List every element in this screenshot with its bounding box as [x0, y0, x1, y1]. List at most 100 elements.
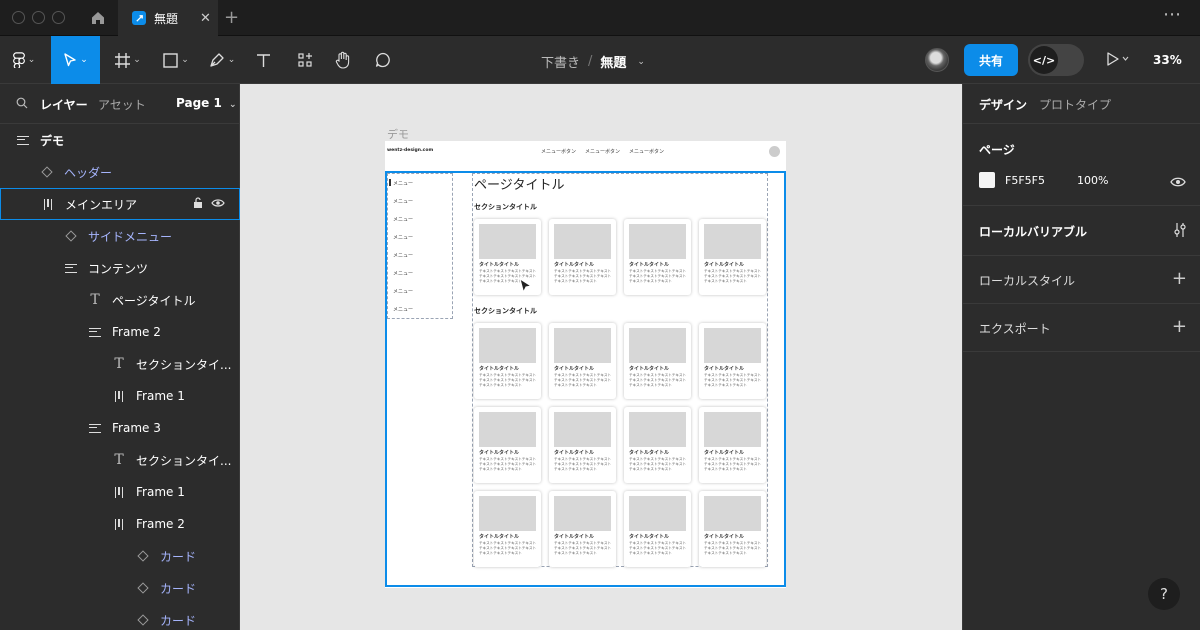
page-color-opacity[interactable]: 100%	[1077, 174, 1108, 187]
new-tab-icon[interactable]: +	[224, 7, 239, 28]
hand-tool-button[interactable]	[328, 36, 358, 84]
card-title: タイトルタイトル	[479, 450, 520, 456]
local-styles-label[interactable]: ローカルスタイル	[979, 272, 1075, 289]
maximize-window-icon[interactable]	[52, 11, 65, 24]
tab-prototype[interactable]: プロトタイプ	[1039, 96, 1111, 113]
chevron-down-icon[interactable]: ⌄	[637, 57, 645, 67]
content[interactable]: ページタイトル セクションタイトル セクションタイトル タイトルタイトル テキストテキ…	[472, 173, 768, 567]
card[interactable]: タイトルタイトル テキストテキストテキストテキストテキストテキストテキストテキスト…	[624, 219, 691, 295]
autolayout-vertical-icon	[16, 135, 30, 145]
layer-row[interactable]: カード	[0, 540, 240, 572]
toolbar: ⌄ ⌄ ⌄ ⌄ ⌄ 下書き / 無題 ⌄	[0, 36, 1200, 84]
layer-row[interactable]: デモ	[0, 124, 240, 156]
pen-tool-button[interactable]: ⌄	[202, 36, 242, 84]
layer-row[interactable]: サイドメニュー	[0, 220, 240, 252]
search-icon[interactable]	[16, 97, 28, 109]
card[interactable]: タイトルタイトル テキストテキストテキストテキストテキストテキストテキストテキスト…	[549, 407, 616, 483]
layer-row[interactable]: T セクションタイ...	[0, 348, 240, 380]
side-menu[interactable]: メニュー メニュー メニュー メニュー メニュー メニュー メニュー メニュー	[387, 173, 453, 319]
shape-tool-button[interactable]: ⌄	[156, 36, 196, 84]
page-color-swatch[interactable]	[979, 172, 995, 188]
move-tool-button[interactable]: ⌄	[51, 36, 100, 84]
card[interactable]: タイトルタイトル テキストテキストテキストテキストテキストテキストテキストテキスト…	[699, 491, 766, 567]
tab-design[interactable]: デザイン	[979, 96, 1027, 113]
resources-button[interactable]	[290, 36, 320, 84]
page-color-hex[interactable]: F5F5F5	[1005, 174, 1045, 187]
layer-row[interactable]: T ページタイトル	[0, 284, 240, 316]
main-area[interactable]: メニュー メニュー メニュー メニュー メニュー メニュー メニュー メニュー ページタイトル…	[385, 171, 786, 587]
tab-assets[interactable]: アセット	[98, 96, 146, 113]
layer-row[interactable]: ヘッダー	[0, 156, 240, 188]
present-play-icon[interactable]	[1106, 52, 1130, 66]
layer-row[interactable]: メインエリア	[0, 188, 240, 220]
card[interactable]: タイトルタイトル テキストテキストテキストテキストテキストテキストテキストテキスト…	[474, 323, 541, 399]
layer-row[interactable]: Frame 2	[0, 508, 240, 540]
card[interactable]: タイトルタイトル テキストテキストテキストテキストテキストテキストテキストテキスト…	[699, 219, 766, 295]
card[interactable]: タイトルタイトル テキストテキストテキストテキストテキストテキストテキストテキスト…	[699, 323, 766, 399]
card[interactable]: タイトルタイトル テキストテキストテキストテキストテキストテキストテキストテキスト…	[474, 491, 541, 567]
layer-row[interactable]: Frame 3	[0, 412, 240, 444]
layer-row[interactable]: T セクションタイ...	[0, 444, 240, 476]
canvas[interactable]: デモ wentz-design.com メニューボタン メニューボタン メニューボタ…	[240, 84, 962, 630]
layer-row[interactable]: コンテンツ	[0, 252, 240, 284]
rectangle-icon	[163, 52, 178, 68]
chevron-down-icon: ⌄	[80, 55, 88, 65]
layers-panel: レイヤー アセット Page 1 ⌄ デモヘッダー メインエリア サイドメニュー コン…	[0, 84, 240, 630]
demo-frame[interactable]: wentz-design.com メニューボタン メニューボタン メニューボタン メ…	[385, 141, 786, 588]
card[interactable]: タイトルタイトル テキストテキストテキストテキストテキストテキストテキストテキスト…	[624, 491, 691, 567]
card[interactable]: タイトルタイトル テキストテキストテキストテキストテキストテキストテキストテキスト…	[549, 219, 616, 295]
properties-tabs: デザイン プロトタイプ	[963, 84, 1200, 124]
chevron-down-icon: ⌄	[229, 100, 237, 110]
layer-row[interactable]: カード	[0, 572, 240, 604]
card-image-placeholder	[479, 328, 536, 363]
side-menu-item: メニュー	[393, 235, 414, 241]
autolayout-horizontal-icon	[112, 518, 126, 530]
minimize-window-icon[interactable]	[32, 11, 45, 24]
card[interactable]: タイトルタイトル テキストテキストテキストテキストテキストテキストテキストテキスト…	[624, 407, 691, 483]
more-icon[interactable]: ⋯	[1163, 4, 1182, 25]
close-window-icon[interactable]	[12, 11, 25, 24]
card-title: タイトルタイトル	[554, 366, 595, 372]
dev-mode-toggle[interactable]: </>	[1028, 44, 1084, 76]
home-icon[interactable]	[90, 10, 106, 26]
frame-hash-icon	[115, 52, 131, 68]
add-style-plus-icon[interactable]: +	[1172, 268, 1187, 289]
frame-tool-button[interactable]: ⌄	[108, 36, 148, 84]
layer-label: デモ	[40, 133, 65, 148]
unlock-icon[interactable]	[193, 197, 203, 209]
layer-row[interactable]: Frame 1	[0, 476, 240, 508]
page-selector[interactable]: Page 1 ⌄	[176, 96, 237, 110]
page-section-title: ページ	[979, 143, 1015, 157]
card[interactable]: タイトルタイトル テキストテキストテキストテキストテキストテキストテキストテキスト…	[699, 407, 766, 483]
card[interactable]: タイトルタイトル テキストテキストテキストテキストテキストテキストテキストテキスト…	[474, 407, 541, 483]
page-title: ページタイトル	[474, 178, 565, 193]
layer-row[interactable]: Frame 1	[0, 380, 240, 412]
layer-row[interactable]: Frame 2	[0, 316, 240, 348]
layer-row[interactable]: カード	[0, 604, 240, 630]
user-avatar[interactable]	[925, 48, 949, 72]
zoom-level[interactable]: 33%	[1153, 53, 1182, 67]
text-tool-button[interactable]	[248, 36, 278, 84]
eye-icon[interactable]	[211, 198, 225, 208]
tab-close-icon[interactable]: ✕	[200, 11, 211, 26]
site-header[interactable]: wentz-design.com メニューボタン メニューボタン メニューボタン	[385, 141, 786, 169]
help-button[interactable]: ?	[1148, 578, 1180, 610]
text-layer-icon: T	[114, 356, 124, 372]
eye-icon[interactable]	[1170, 176, 1186, 188]
comment-tool-button[interactable]	[368, 36, 398, 84]
main-menu-button[interactable]: ⌄	[0, 36, 48, 84]
local-variables-label[interactable]: ローカルバリアブル	[979, 223, 1087, 240]
breadcrumb-drafts[interactable]: 下書き	[541, 52, 580, 71]
share-button[interactable]: 共有	[964, 44, 1018, 76]
local-variables-section: ローカルバリアブル	[963, 206, 1200, 256]
card[interactable]: タイトルタイトル テキストテキストテキストテキストテキストテキストテキストテキスト…	[624, 323, 691, 399]
card[interactable]: タイトルタイトル テキストテキストテキストテキストテキストテキストテキストテキスト…	[549, 323, 616, 399]
tab-layers[interactable]: レイヤー	[40, 96, 88, 113]
export-label[interactable]: エクスポート	[979, 320, 1051, 337]
variables-sliders-icon[interactable]	[1173, 222, 1187, 238]
frame-label[interactable]: デモ	[387, 126, 409, 142]
file-tab[interactable]: 無題 ✕	[118, 0, 218, 36]
file-name[interactable]: 無題	[600, 52, 626, 71]
card[interactable]: タイトルタイトル テキストテキストテキストテキストテキストテキストテキストテキスト…	[549, 491, 616, 567]
add-export-plus-icon[interactable]: +	[1172, 316, 1187, 337]
